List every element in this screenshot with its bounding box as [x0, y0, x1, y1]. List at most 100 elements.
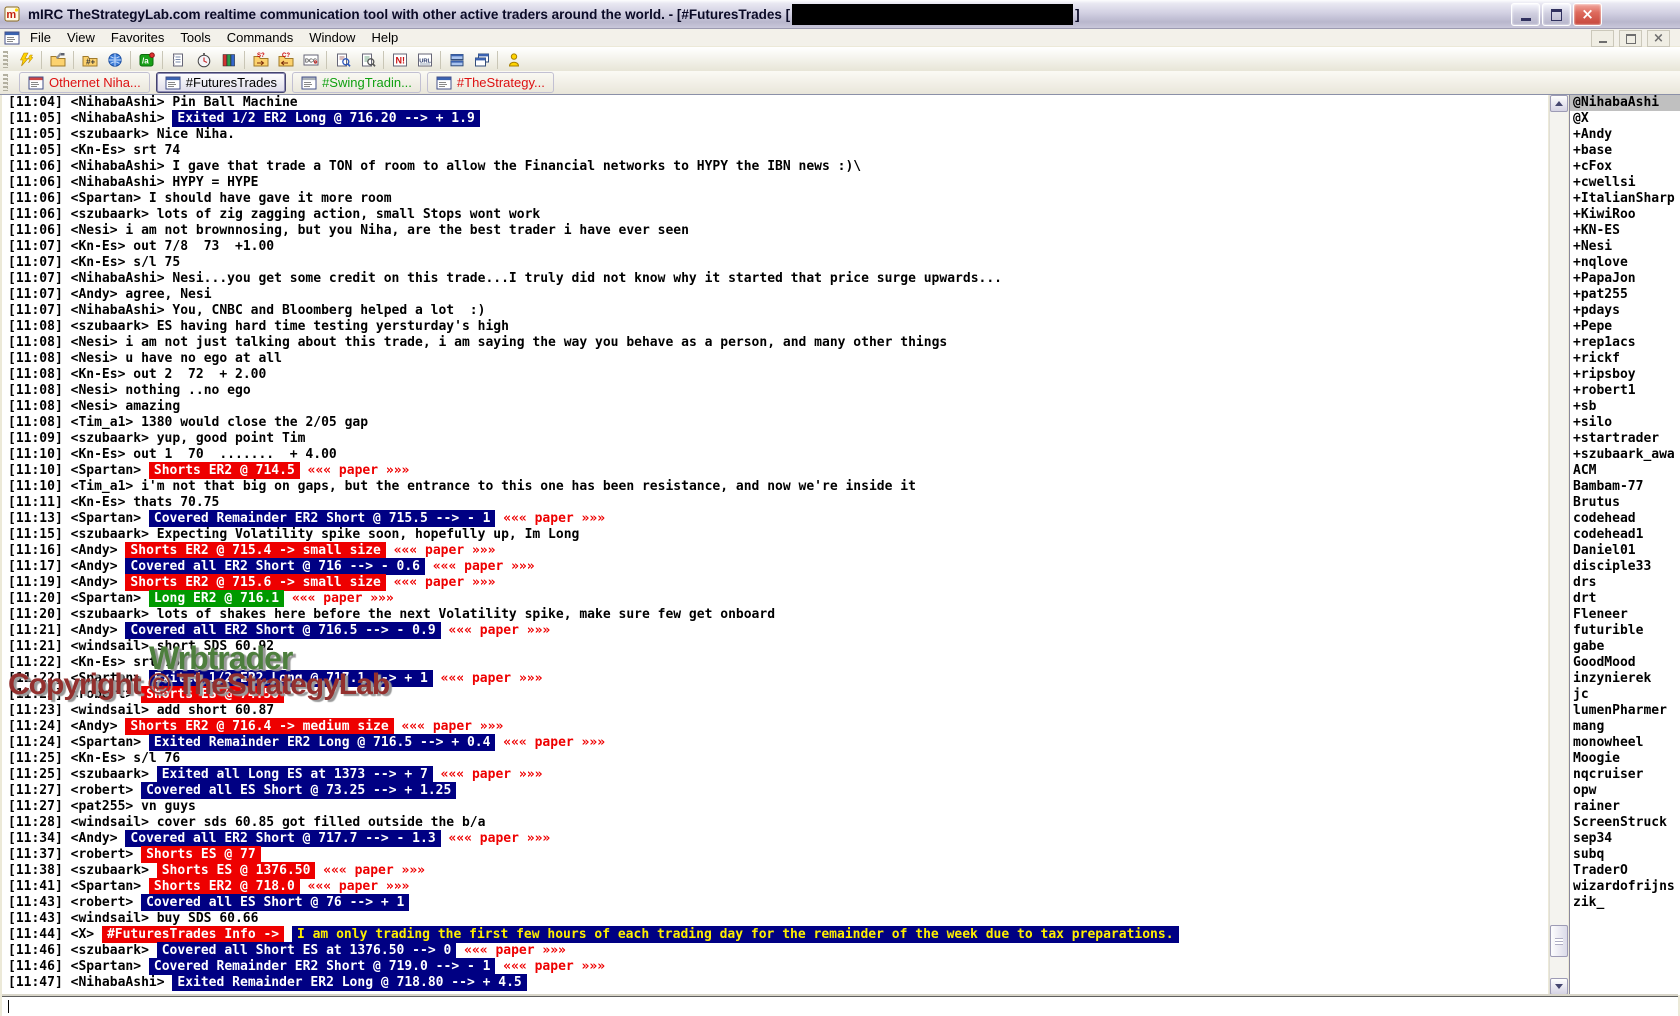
userlist-item[interactable]: ACM	[1570, 463, 1680, 479]
userlist-item[interactable]: +pdays	[1570, 303, 1680, 319]
userlist-item[interactable]: +KiwiRoo	[1570, 207, 1680, 223]
toolbar-connect-button[interactable]	[13, 49, 38, 70]
toolbar-notes-button[interactable]	[166, 49, 191, 70]
toolbar-channels-folder-button[interactable]: #+	[77, 49, 102, 70]
mdi-minimize-button[interactable]	[1591, 30, 1614, 47]
userlist-item[interactable]: gabe	[1570, 639, 1680, 655]
toolbar-timer-button[interactable]	[191, 49, 216, 70]
userlist-item[interactable]: +robert1	[1570, 383, 1680, 399]
toolbar-find-text-button[interactable]	[355, 49, 380, 70]
userlist-item[interactable]: ScreenStruck	[1570, 815, 1680, 831]
userlist-item[interactable]: +pat255	[1570, 287, 1680, 303]
timestamp: [11:27]	[8, 783, 71, 798]
tab-othernetniha[interactable]: Othernet Niha...	[19, 72, 150, 93]
userlist-item[interactable]: jc	[1570, 687, 1680, 703]
toolbar-servers-button[interactable]	[102, 49, 127, 70]
trade-highlight: Shorts ER2 @ 716.4 -> medium size	[125, 718, 393, 735]
userlist-item[interactable]: Fleneer	[1570, 607, 1680, 623]
userlist-item[interactable]: +PapaJon	[1570, 271, 1680, 287]
title-bar: m mIRC TheStrategyLab.com realtime commu…	[0, 0, 1680, 29]
toolbar-finger-button[interactable]	[330, 49, 355, 70]
userlist-item[interactable]: Moogie	[1570, 751, 1680, 767]
chat-message-area[interactable]: [11:04] <NihabaAshi> Pin Ball Machine[11…	[2, 95, 1548, 995]
message-input[interactable]	[2, 996, 1678, 1016]
userlist-item[interactable]: +Andy	[1570, 127, 1680, 143]
userlist-item[interactable]: subq	[1570, 847, 1680, 863]
mdi-close-button[interactable]: ×	[1647, 30, 1670, 47]
userlist-item[interactable]: +KN-ES	[1570, 223, 1680, 239]
userlist-item[interactable]: Daniel01	[1570, 543, 1680, 559]
userlist-item[interactable]: @X	[1570, 111, 1680, 127]
menu-file[interactable]: File	[22, 29, 59, 46]
nickname: <NihabaAshi>	[71, 303, 173, 318]
userlist-item[interactable]: mang	[1570, 719, 1680, 735]
toolbar-options-button[interactable]	[45, 49, 70, 70]
userlist-item[interactable]: sep34	[1570, 831, 1680, 847]
userlist-item[interactable]: Bambam-77	[1570, 479, 1680, 495]
scroll-up-button[interactable]	[1550, 95, 1568, 112]
userlist-item[interactable]: +silo	[1570, 415, 1680, 431]
userlist-item[interactable]: +ItalianSharp	[1570, 191, 1680, 207]
userlist-item[interactable]: codehead1	[1570, 527, 1680, 543]
mdi-restore-button[interactable]	[1619, 30, 1642, 47]
userlist-item[interactable]: opw	[1570, 783, 1680, 799]
userlist-item[interactable]: @NihabaAshi	[1570, 95, 1680, 111]
userlist-item[interactable]: +Nesi	[1570, 239, 1680, 255]
toolbar-grip-handle[interactable]	[3, 51, 8, 68]
userlist-item[interactable]: futurible	[1570, 623, 1680, 639]
userlist-item[interactable]: +szubaark_awa	[1570, 447, 1680, 463]
userlist-item[interactable]: drs	[1570, 575, 1680, 591]
userlist-item[interactable]: Brutus	[1570, 495, 1680, 511]
userlist-item[interactable]: disciple33	[1570, 559, 1680, 575]
tab-thestrategy[interactable]: #TheStrategy...	[427, 72, 554, 93]
toolbar-script-editor-button[interactable]: /a	[134, 49, 159, 70]
menu-help[interactable]: Help	[363, 29, 406, 46]
userlist-item[interactable]: zik_	[1570, 895, 1680, 911]
nick-list[interactable]: @NihabaAshi@X+Andy+base+cFox+cwellsi+Ita…	[1569, 95, 1680, 995]
tab-swingtradin[interactable]: #SwingTradin...	[292, 72, 421, 93]
toolbar-address-book-button[interactable]	[216, 49, 241, 70]
minimize-button[interactable]	[1511, 3, 1540, 26]
userlist-item[interactable]: inzynierek	[1570, 671, 1680, 687]
userlist-item[interactable]: +base	[1570, 143, 1680, 159]
toolbar-dcc-chat-button[interactable]: C?	[273, 49, 298, 70]
nickname: <NihabaAshi>	[71, 95, 173, 110]
userlist-item[interactable]: +cFox	[1570, 159, 1680, 175]
close-button[interactable]: ×	[1573, 3, 1602, 26]
userlist-item[interactable]: rainer	[1570, 799, 1680, 815]
toolbar-notify-list-button[interactable]: N!	[387, 49, 412, 70]
toolbar-cascade-windows-button[interactable]	[469, 49, 494, 70]
userlist-item[interactable]: +sb	[1570, 399, 1680, 415]
userlist-item[interactable]: TraderO	[1570, 863, 1680, 879]
switchbar-grip-handle[interactable]	[3, 74, 8, 91]
userlist-item[interactable]: nqcruiser	[1570, 767, 1680, 783]
menu-commands[interactable]: Commands	[219, 29, 301, 46]
menu-favorites[interactable]: Favorites	[103, 29, 172, 46]
menu-view[interactable]: View	[59, 29, 103, 46]
userlist-item[interactable]: +startrader	[1570, 431, 1680, 447]
userlist-item[interactable]: +nqlove	[1570, 255, 1680, 271]
userlist-item[interactable]: GoodMood	[1570, 655, 1680, 671]
userlist-item[interactable]: +rep1acs	[1570, 335, 1680, 351]
userlist-item[interactable]: +Pepe	[1570, 319, 1680, 335]
userlist-item[interactable]: +rickf	[1570, 351, 1680, 367]
userlist-item[interactable]: wizardofrijns	[1570, 879, 1680, 895]
userlist-item[interactable]: +ripsboy	[1570, 367, 1680, 383]
userlist-item[interactable]: drt	[1570, 591, 1680, 607]
menu-window[interactable]: Window	[301, 29, 363, 46]
tab-futurestrades[interactable]: #FuturesTrades	[156, 72, 286, 93]
userlist-item[interactable]: +cwellsi	[1570, 175, 1680, 191]
userlist-item[interactable]: lumenPharmer	[1570, 703, 1680, 719]
menu-tools[interactable]: Tools	[172, 29, 218, 46]
chat-scrollbar[interactable]	[1549, 95, 1568, 995]
toolbar-tile-windows-button[interactable]	[444, 49, 469, 70]
toolbar-url-catcher-button[interactable]: URL	[412, 49, 437, 70]
toolbar-away-button[interactable]	[501, 49, 526, 70]
toolbar-dcc-options-button[interactable]: DCC	[298, 49, 323, 70]
scroll-down-button[interactable]	[1550, 978, 1568, 995]
toolbar-dcc-send-button[interactable]: S?	[248, 49, 273, 70]
userlist-item[interactable]: codehead	[1570, 511, 1680, 527]
restore-button[interactable]	[1542, 3, 1571, 26]
userlist-item[interactable]: monowheel	[1570, 735, 1680, 751]
scrollbar-thumb[interactable]	[1550, 925, 1568, 957]
